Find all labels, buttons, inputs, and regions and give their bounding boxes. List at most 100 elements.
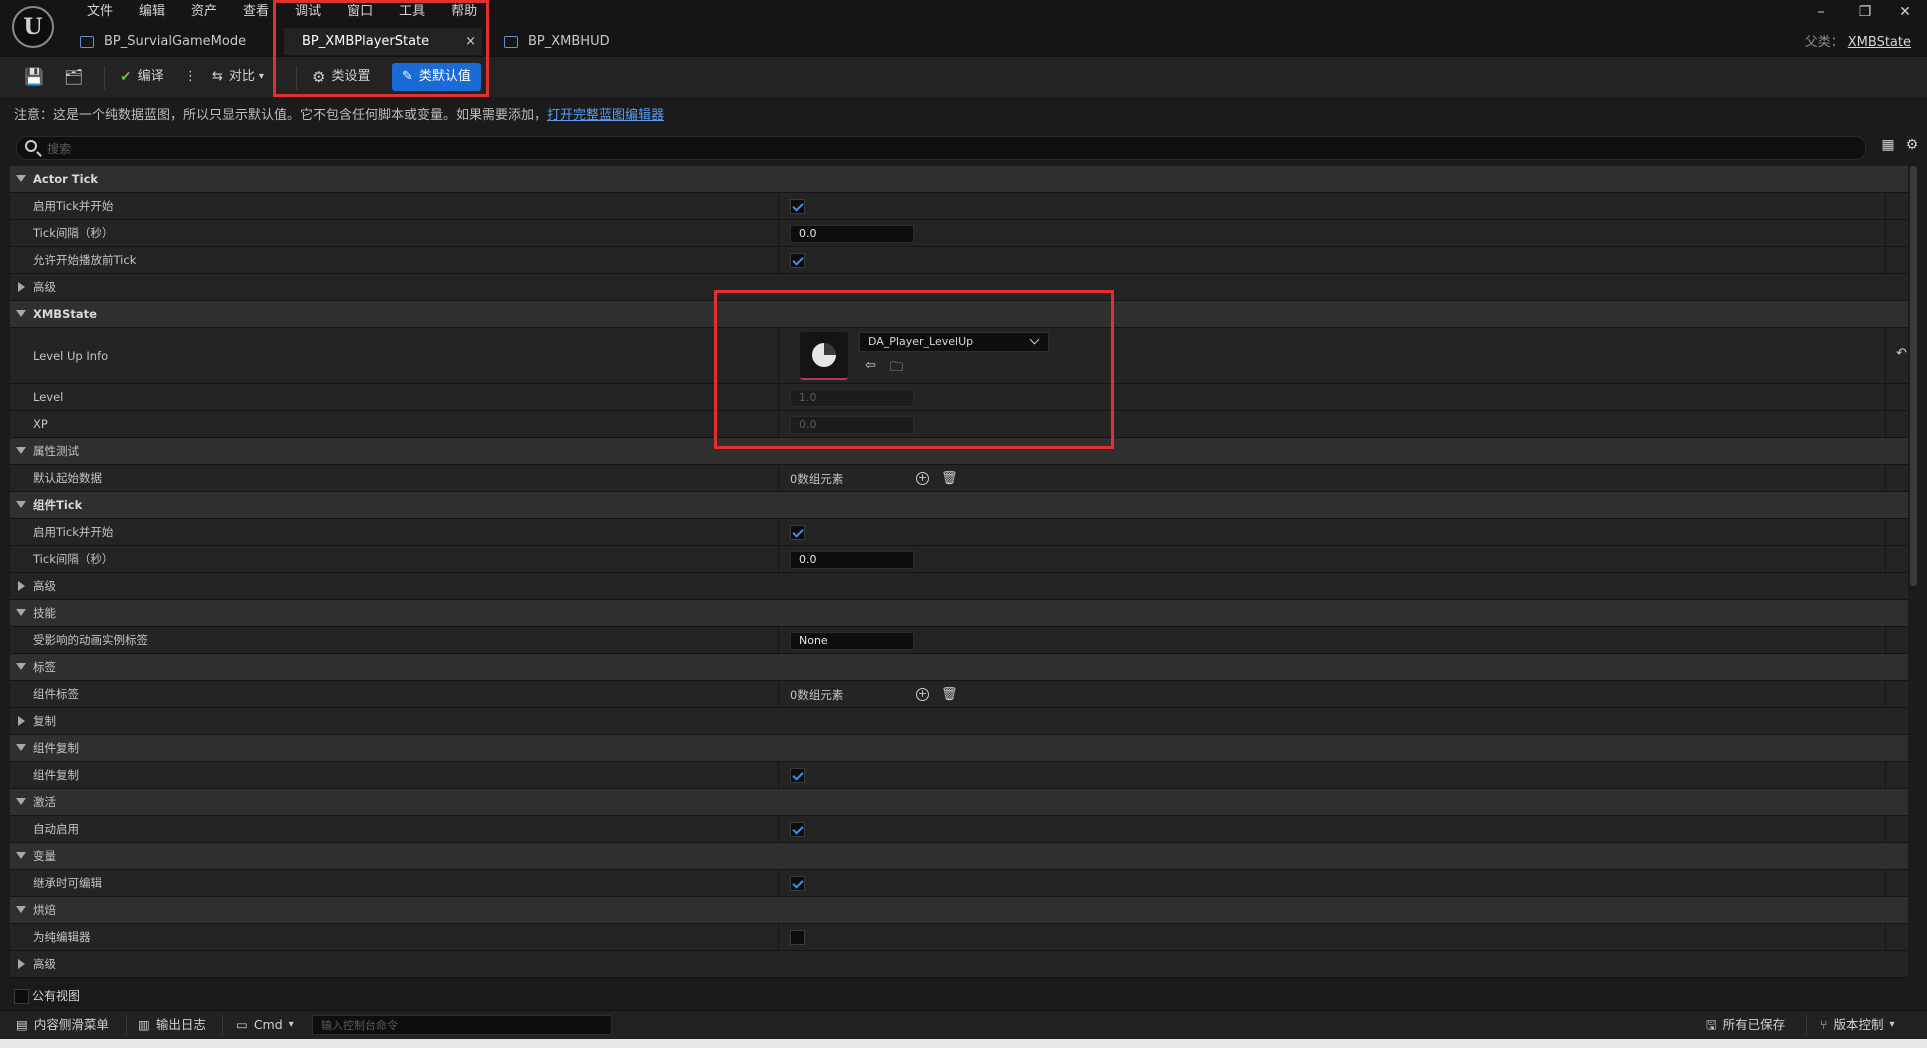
category-replication[interactable]: 复制 bbox=[10, 708, 1908, 735]
column-divider bbox=[1885, 627, 1886, 653]
column-divider bbox=[1885, 870, 1886, 896]
tab-label: BP_XMBHUD bbox=[528, 34, 610, 49]
category-component-tick[interactable]: 组件Tick bbox=[10, 492, 1908, 519]
chevron-down-icon: ▾ bbox=[1889, 1019, 1895, 1030]
prop-label: XP bbox=[33, 417, 48, 431]
tab-bp-survial-game-mode[interactable]: BP_SurvialGameMode bbox=[80, 28, 246, 55]
prop-label: 启用Tick并开始 bbox=[33, 525, 114, 539]
category-cooking[interactable]: 烘焙 bbox=[10, 897, 1908, 924]
start-with-tick-checkbox[interactable] bbox=[790, 199, 805, 214]
add-element-icon[interactable]: + bbox=[916, 688, 929, 701]
prop-label: 默认起始数据 bbox=[33, 471, 102, 485]
caret-down-icon bbox=[16, 501, 26, 508]
content-drawer-label: 内容侧滑菜单 bbox=[33, 1017, 109, 1032]
content-drawer-button[interactable]: ▤ 内容侧滑菜单 bbox=[16, 1011, 109, 1039]
column-divider bbox=[1885, 247, 1886, 273]
compile-options-icon[interactable]: ⋮ bbox=[184, 63, 197, 91]
menu-edit[interactable]: 编辑 bbox=[126, 3, 178, 23]
prop-tick-interval: Tick间隔（秒） 0.0 bbox=[10, 220, 1908, 247]
is-editor-only-checkbox[interactable] bbox=[790, 930, 805, 945]
reset-to-default-icon[interactable]: ↶ bbox=[1896, 346, 1907, 361]
category-component-replication[interactable]: 组件复制 bbox=[10, 735, 1908, 762]
allow-tick-before-begin-play-checkbox[interactable] bbox=[790, 253, 805, 268]
add-element-icon[interactable]: + bbox=[916, 472, 929, 485]
column-divider bbox=[1885, 519, 1886, 545]
category-cooking-advanced[interactable]: 高级 bbox=[10, 951, 1908, 978]
parent-class-label: 父类： bbox=[1804, 35, 1844, 50]
trash-icon[interactable]: 🗑 bbox=[941, 687, 958, 702]
branch-icon: ⑂ bbox=[1820, 1017, 1828, 1032]
menu-file[interactable]: 文件 bbox=[74, 3, 126, 23]
cmd-selector[interactable]: ▭ Cmd ▾ bbox=[236, 1011, 294, 1039]
public-view-label: 公有视图 bbox=[32, 989, 81, 1003]
tab-bp-xmb-hud[interactable]: BP_XMBHUD bbox=[504, 28, 610, 55]
close-window-icon[interactable]: ✕ bbox=[1892, 2, 1918, 22]
category-label: 属性测试 bbox=[33, 444, 79, 458]
source-control-button[interactable]: ⑂ 版本控制 ▾ bbox=[1820, 1011, 1895, 1039]
unreal-logo-icon[interactable]: U bbox=[12, 6, 54, 48]
prop-label: 继承时可编辑 bbox=[33, 876, 102, 890]
caret-down-icon bbox=[16, 175, 26, 182]
browse-icon[interactable]: 🗂 bbox=[64, 63, 83, 91]
category-label: 复制 bbox=[33, 714, 56, 728]
all-saved-status[interactable]: 🖫 所有已保存 bbox=[1706, 1011, 1785, 1039]
comp-start-with-tick-checkbox[interactable] bbox=[790, 525, 805, 540]
category-label: 高级 bbox=[33, 579, 56, 593]
tick-interval-field[interactable]: 0.0 bbox=[790, 224, 914, 243]
restore-icon[interactable]: ❐ bbox=[1852, 2, 1878, 22]
console-command-input[interactable] bbox=[312, 1015, 612, 1035]
output-log-button[interactable]: ▥ 输出日志 bbox=[138, 1011, 206, 1039]
view-options-icon[interactable]: ▦ bbox=[1880, 137, 1896, 153]
category-tags[interactable]: 标签 bbox=[10, 654, 1908, 681]
editable-when-inherited-checkbox[interactable] bbox=[790, 876, 805, 891]
taskbar-strip bbox=[0, 1039, 1927, 1048]
output-log-icon: ▥ bbox=[138, 1017, 150, 1032]
category-label: 标签 bbox=[33, 660, 56, 674]
status-separator bbox=[222, 1015, 223, 1035]
column-divider bbox=[778, 247, 779, 273]
column-divider bbox=[1885, 220, 1886, 246]
search-input[interactable] bbox=[45, 137, 1849, 161]
column-divider bbox=[778, 816, 779, 842]
auto-activate-checkbox[interactable] bbox=[790, 822, 805, 837]
category-variable[interactable]: 变量 bbox=[10, 843, 1908, 870]
compile-button[interactable]: ✔ 编译 bbox=[120, 63, 164, 91]
compile-check-icon: ✔ bbox=[120, 69, 132, 85]
prop-is-editor-only: 为纯编辑器 bbox=[10, 924, 1908, 951]
anim-instance-tag-field[interactable]: None bbox=[790, 631, 914, 650]
column-divider bbox=[778, 519, 779, 545]
category-actor-tick[interactable]: Actor Tick bbox=[10, 166, 1908, 193]
column-divider bbox=[778, 220, 779, 246]
diff-button[interactable]: ⇆ 对比 ▾ bbox=[212, 63, 264, 91]
prop-label: 组件标签 bbox=[33, 687, 79, 701]
prop-start-with-tick-enabled: 启用Tick并开始 bbox=[10, 193, 1908, 220]
category-skills[interactable]: 技能 bbox=[10, 600, 1908, 627]
minimize-icon[interactable]: – bbox=[1808, 2, 1834, 22]
component-replicates-checkbox[interactable] bbox=[790, 768, 805, 783]
category-label: 高级 bbox=[33, 957, 56, 971]
caret-down-icon bbox=[16, 906, 26, 913]
comp-tick-interval-field[interactable]: 0.0 bbox=[790, 550, 914, 569]
prop-label: 启用Tick并开始 bbox=[33, 199, 114, 213]
terminal-icon: ▭ bbox=[236, 1017, 248, 1032]
open-full-editor-link[interactable]: 打开完整蓝图编辑器 bbox=[547, 108, 664, 123]
status-separator bbox=[1806, 1015, 1807, 1035]
public-view-checkbox[interactable] bbox=[14, 989, 29, 1004]
prop-label: Tick间隔（秒） bbox=[33, 226, 114, 240]
category-label: 组件复制 bbox=[33, 741, 79, 755]
column-divider bbox=[1885, 546, 1886, 572]
menu-asset[interactable]: 资产 bbox=[178, 3, 230, 23]
settings-gear-icon[interactable]: ⚙ bbox=[1904, 137, 1920, 153]
details-scrollbar[interactable] bbox=[1910, 166, 1917, 586]
trash-icon[interactable]: 🗑 bbox=[941, 471, 958, 486]
caret-right-icon bbox=[18, 581, 25, 591]
category-activation[interactable]: 激活 bbox=[10, 789, 1908, 816]
prop-label: 为纯编辑器 bbox=[33, 930, 91, 944]
output-log-label: 输出日志 bbox=[155, 1017, 206, 1032]
prop-comp-start-with-tick-enabled: 启用Tick并开始 bbox=[10, 519, 1908, 546]
save-icon[interactable]: 💾 bbox=[24, 63, 44, 91]
prop-label: Level bbox=[33, 390, 64, 404]
category-comp-tick-advanced[interactable]: 高级 bbox=[10, 573, 1908, 600]
caret-right-icon bbox=[18, 282, 25, 292]
parent-class-link[interactable]: XMBState bbox=[1848, 35, 1911, 50]
